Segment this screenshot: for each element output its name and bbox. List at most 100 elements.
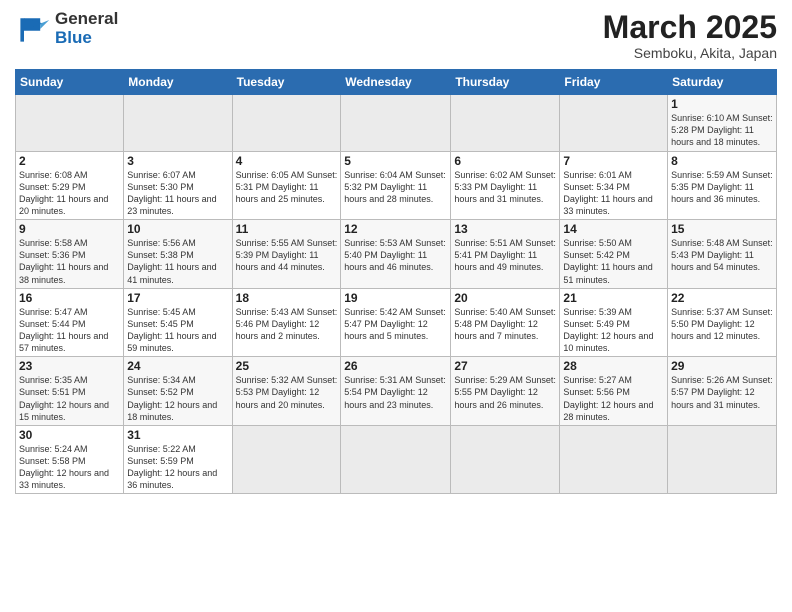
page: General Blue March 2025 Semboku, Akita, …	[0, 0, 792, 612]
day-number: 19	[344, 291, 447, 305]
day-number: 22	[671, 291, 773, 305]
day-number: 12	[344, 222, 447, 236]
day-number: 9	[19, 222, 120, 236]
day-cell	[560, 425, 668, 494]
month-year-title: March 2025	[603, 10, 777, 45]
day-cell	[560, 95, 668, 151]
day-info: Sunrise: 5:39 AM Sunset: 5:49 PM Dayligh…	[563, 306, 664, 355]
day-cell: 19Sunrise: 5:42 AM Sunset: 5:47 PM Dayli…	[341, 288, 451, 357]
logo-text: General Blue	[55, 10, 118, 47]
header-tuesday: Tuesday	[232, 70, 341, 95]
week-row-1: 2Sunrise: 6:08 AM Sunset: 5:29 PM Daylig…	[16, 151, 777, 220]
header-monday: Monday	[124, 70, 232, 95]
day-number: 16	[19, 291, 120, 305]
day-cell: 28Sunrise: 5:27 AM Sunset: 5:56 PM Dayli…	[560, 357, 668, 426]
day-number: 3	[127, 154, 228, 168]
day-cell: 16Sunrise: 5:47 AM Sunset: 5:44 PM Dayli…	[16, 288, 124, 357]
header: General Blue March 2025 Semboku, Akita, …	[15, 10, 777, 61]
day-number: 28	[563, 359, 664, 373]
day-number: 21	[563, 291, 664, 305]
day-info: Sunrise: 5:58 AM Sunset: 5:36 PM Dayligh…	[19, 237, 120, 286]
header-row: SundayMondayTuesdayWednesdayThursdayFrid…	[16, 70, 777, 95]
header-thursday: Thursday	[451, 70, 560, 95]
day-cell: 6Sunrise: 6:02 AM Sunset: 5:33 PM Daylig…	[451, 151, 560, 220]
day-cell: 9Sunrise: 5:58 AM Sunset: 5:36 PM Daylig…	[16, 220, 124, 289]
day-cell: 13Sunrise: 5:51 AM Sunset: 5:41 PM Dayli…	[451, 220, 560, 289]
day-cell: 5Sunrise: 6:04 AM Sunset: 5:32 PM Daylig…	[341, 151, 451, 220]
day-cell	[341, 95, 451, 151]
day-info: Sunrise: 5:51 AM Sunset: 5:41 PM Dayligh…	[454, 237, 556, 273]
header-sunday: Sunday	[16, 70, 124, 95]
day-info: Sunrise: 5:43 AM Sunset: 5:46 PM Dayligh…	[236, 306, 338, 342]
week-row-3: 16Sunrise: 5:47 AM Sunset: 5:44 PM Dayli…	[16, 288, 777, 357]
day-info: Sunrise: 6:01 AM Sunset: 5:34 PM Dayligh…	[563, 169, 664, 218]
day-cell	[668, 425, 777, 494]
day-number: 1	[671, 97, 773, 111]
day-cell: 11Sunrise: 5:55 AM Sunset: 5:39 PM Dayli…	[232, 220, 341, 289]
day-cell: 23Sunrise: 5:35 AM Sunset: 5:51 PM Dayli…	[16, 357, 124, 426]
day-info: Sunrise: 5:31 AM Sunset: 5:54 PM Dayligh…	[344, 374, 447, 410]
day-cell	[232, 95, 341, 151]
day-info: Sunrise: 5:47 AM Sunset: 5:44 PM Dayligh…	[19, 306, 120, 355]
day-info: Sunrise: 5:50 AM Sunset: 5:42 PM Dayligh…	[563, 237, 664, 286]
day-cell: 7Sunrise: 6:01 AM Sunset: 5:34 PM Daylig…	[560, 151, 668, 220]
header-saturday: Saturday	[668, 70, 777, 95]
day-info: Sunrise: 5:55 AM Sunset: 5:39 PM Dayligh…	[236, 237, 338, 273]
day-cell: 18Sunrise: 5:43 AM Sunset: 5:46 PM Dayli…	[232, 288, 341, 357]
day-info: Sunrise: 5:22 AM Sunset: 5:59 PM Dayligh…	[127, 443, 228, 492]
day-cell: 3Sunrise: 6:07 AM Sunset: 5:30 PM Daylig…	[124, 151, 232, 220]
day-cell: 8Sunrise: 5:59 AM Sunset: 5:35 PM Daylig…	[668, 151, 777, 220]
day-number: 10	[127, 222, 228, 236]
day-number: 15	[671, 222, 773, 236]
day-cell: 20Sunrise: 5:40 AM Sunset: 5:48 PM Dayli…	[451, 288, 560, 357]
day-number: 11	[236, 222, 338, 236]
day-cell: 10Sunrise: 5:56 AM Sunset: 5:38 PM Dayli…	[124, 220, 232, 289]
day-number: 2	[19, 154, 120, 168]
day-cell: 15Sunrise: 5:48 AM Sunset: 5:43 PM Dayli…	[668, 220, 777, 289]
day-info: Sunrise: 5:48 AM Sunset: 5:43 PM Dayligh…	[671, 237, 773, 273]
day-cell: 14Sunrise: 5:50 AM Sunset: 5:42 PM Dayli…	[560, 220, 668, 289]
day-cell	[16, 95, 124, 151]
day-number: 27	[454, 359, 556, 373]
day-info: Sunrise: 6:02 AM Sunset: 5:33 PM Dayligh…	[454, 169, 556, 205]
day-number: 17	[127, 291, 228, 305]
day-cell: 21Sunrise: 5:39 AM Sunset: 5:49 PM Dayli…	[560, 288, 668, 357]
week-row-5: 30Sunrise: 5:24 AM Sunset: 5:58 PM Dayli…	[16, 425, 777, 494]
day-cell: 30Sunrise: 5:24 AM Sunset: 5:58 PM Dayli…	[16, 425, 124, 494]
day-info: Sunrise: 6:10 AM Sunset: 5:28 PM Dayligh…	[671, 112, 773, 148]
day-info: Sunrise: 6:08 AM Sunset: 5:29 PM Dayligh…	[19, 169, 120, 218]
day-info: Sunrise: 5:37 AM Sunset: 5:50 PM Dayligh…	[671, 306, 773, 342]
day-number: 18	[236, 291, 338, 305]
day-cell: 31Sunrise: 5:22 AM Sunset: 5:59 PM Dayli…	[124, 425, 232, 494]
day-cell	[124, 95, 232, 151]
day-number: 29	[671, 359, 773, 373]
day-number: 13	[454, 222, 556, 236]
header-wednesday: Wednesday	[341, 70, 451, 95]
day-cell	[451, 95, 560, 151]
day-info: Sunrise: 5:24 AM Sunset: 5:58 PM Dayligh…	[19, 443, 120, 492]
day-info: Sunrise: 5:56 AM Sunset: 5:38 PM Dayligh…	[127, 237, 228, 286]
day-cell: 24Sunrise: 5:34 AM Sunset: 5:52 PM Dayli…	[124, 357, 232, 426]
day-info: Sunrise: 5:26 AM Sunset: 5:57 PM Dayligh…	[671, 374, 773, 410]
day-cell: 12Sunrise: 5:53 AM Sunset: 5:40 PM Dayli…	[341, 220, 451, 289]
day-cell: 1Sunrise: 6:10 AM Sunset: 5:28 PM Daylig…	[668, 95, 777, 151]
day-number: 31	[127, 428, 228, 442]
day-number: 6	[454, 154, 556, 168]
day-info: Sunrise: 5:35 AM Sunset: 5:51 PM Dayligh…	[19, 374, 120, 423]
day-number: 23	[19, 359, 120, 373]
day-cell	[232, 425, 341, 494]
day-number: 7	[563, 154, 664, 168]
day-number: 8	[671, 154, 773, 168]
day-cell: 29Sunrise: 5:26 AM Sunset: 5:57 PM Dayli…	[668, 357, 777, 426]
week-row-2: 9Sunrise: 5:58 AM Sunset: 5:36 PM Daylig…	[16, 220, 777, 289]
day-info: Sunrise: 6:05 AM Sunset: 5:31 PM Dayligh…	[236, 169, 338, 205]
day-number: 14	[563, 222, 664, 236]
day-cell: 25Sunrise: 5:32 AM Sunset: 5:53 PM Dayli…	[232, 357, 341, 426]
day-cell: 4Sunrise: 6:05 AM Sunset: 5:31 PM Daylig…	[232, 151, 341, 220]
location-subtitle: Semboku, Akita, Japan	[603, 45, 777, 61]
day-cell	[451, 425, 560, 494]
logo-icon	[15, 11, 51, 47]
day-info: Sunrise: 5:42 AM Sunset: 5:47 PM Dayligh…	[344, 306, 447, 342]
day-cell: 27Sunrise: 5:29 AM Sunset: 5:55 PM Dayli…	[451, 357, 560, 426]
day-info: Sunrise: 5:59 AM Sunset: 5:35 PM Dayligh…	[671, 169, 773, 205]
